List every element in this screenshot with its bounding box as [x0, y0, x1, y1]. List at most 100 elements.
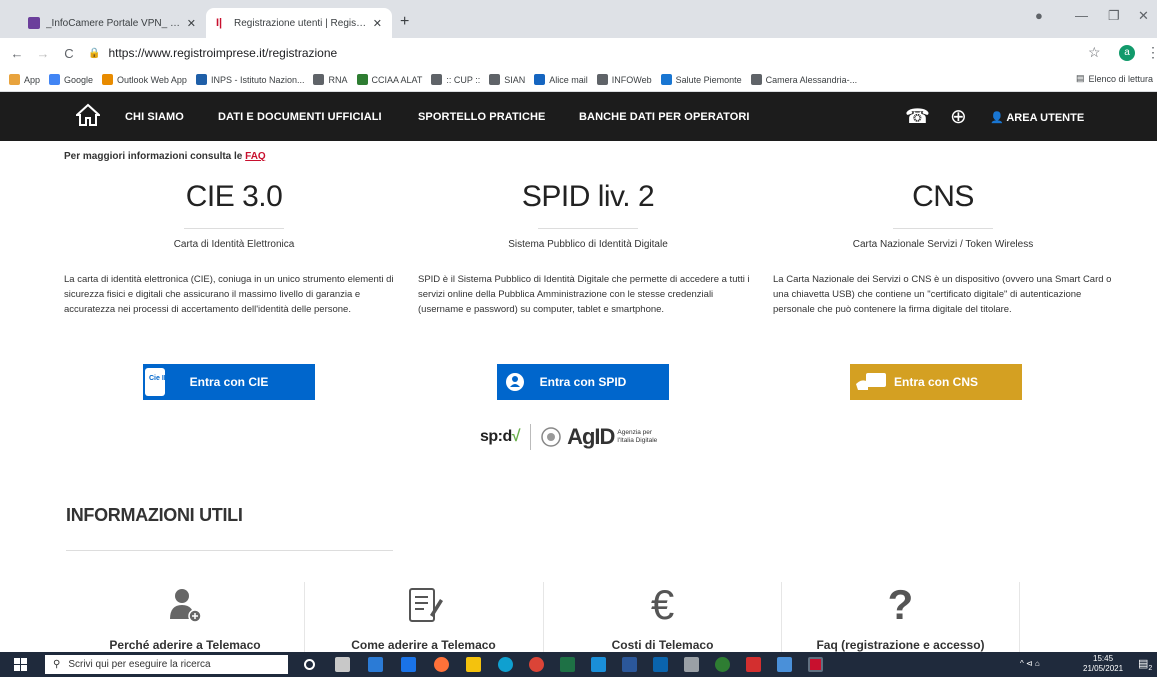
- bookmark-item[interactable]: CCIAA ALAT: [356, 74, 422, 85]
- taskbar-search[interactable]: ⚲ Scrivi qui per eseguire la ricerca: [45, 655, 288, 674]
- browser-tab-active[interactable]: I| Registrazione utenti | Registro Impre…: [206, 8, 392, 38]
- profile-avatar[interactable]: a: [1119, 45, 1135, 61]
- cns-subtitle: Carta Nazionale Servizi / Token Wireless: [852, 239, 1034, 250]
- card-icon: [856, 373, 886, 390]
- edge-icon[interactable]: [498, 657, 513, 672]
- card-title: Perché aderire a Telemaco: [109, 638, 261, 652]
- info-card-faq[interactable]: ? Faq (registrazione e accesso): [781, 581, 1019, 652]
- word-icon[interactable]: [622, 657, 637, 672]
- bookmark-favicon-icon: [750, 74, 762, 85]
- faq-line: Per maggiori informazioni consulta le FA…: [64, 151, 266, 162]
- task-view-icon[interactable]: [335, 657, 350, 672]
- cie-column: CIE 3.0 Carta di Identità Elettronica La…: [64, 180, 404, 317]
- site-navbar: CHI SIAMO DATI E DOCUMENTI UFFICIALI SPO…: [0, 92, 1157, 141]
- close-tab-icon[interactable]: ✕: [373, 17, 382, 30]
- forward-icon[interactable]: →: [34, 46, 52, 61]
- store-icon[interactable]: [368, 657, 383, 672]
- divider: [538, 228, 638, 229]
- card-title: Faq (registrazione e accesso): [816, 638, 985, 652]
- bookmarks-bar: App Google Outlook Web App INPS - Istituto …: [0, 68, 1157, 92]
- outlook-icon[interactable]: [653, 657, 668, 672]
- info-card-perche[interactable]: Perché aderire a Telemaco: [66, 582, 304, 652]
- agid-logo: AgID: [567, 424, 615, 449]
- tab-title: Registrazione utenti | Registro Impre: [234, 17, 367, 29]
- nav-chi-siamo[interactable]: CHI SIAMO: [125, 111, 184, 123]
- chrome-profile-icon[interactable]: [715, 657, 730, 672]
- support-icon[interactable]: ☎: [905, 104, 930, 129]
- bookmark-item[interactable]: Camera Alessandria-...: [750, 74, 857, 85]
- mail-icon[interactable]: [401, 657, 416, 672]
- chrome-icon[interactable]: [529, 657, 544, 672]
- cortana-icon[interactable]: [304, 659, 315, 670]
- login-spid-button[interactable]: Entra con SPID: [497, 364, 669, 400]
- url-field[interactable]: 🔒 https://www.registroimprese.it/registr…: [88, 42, 1118, 64]
- bookmark-item[interactable]: Salute Piemonte: [660, 74, 742, 85]
- login-cie-button[interactable]: Cie ID Entra con CIE: [143, 364, 315, 400]
- bookmark-item[interactable]: RNA: [313, 74, 348, 85]
- app-icon[interactable]: [684, 657, 699, 672]
- info-card-come[interactable]: Come aderire a Telemaco: [304, 582, 542, 652]
- divider: [893, 228, 993, 229]
- notification-icon[interactable]: ▤2: [1138, 657, 1152, 672]
- bookmark-favicon-icon: [534, 74, 546, 85]
- browser-tabstrip: _InfoCamere Portale VPN_ - Principa ✕ I|…: [0, 0, 1157, 38]
- registro-icon[interactable]: [808, 657, 823, 672]
- area-utente-link[interactable]: 👤 AREA UTENTE: [990, 111, 1084, 124]
- browser-menu-icon[interactable]: ⋮: [1146, 44, 1157, 61]
- bookmark-favicon-icon: [102, 74, 114, 85]
- question-icon: ?: [887, 581, 914, 628]
- maximize-icon[interactable]: ❐: [1108, 8, 1120, 24]
- bookmark-item[interactable]: INPS - Istituto Nazion...: [195, 74, 304, 85]
- info-heading: INFORMAZIONI UTILI: [66, 505, 243, 525]
- reload-icon[interactable]: C: [60, 46, 78, 61]
- minimize-icon[interactable]: —: [1075, 8, 1088, 23]
- firefox-icon[interactable]: [434, 657, 449, 672]
- cns-column: CNS Carta Nazionale Servizi / Token Wire…: [773, 180, 1113, 317]
- bookmark-star-icon[interactable]: ☆: [1088, 44, 1101, 61]
- spid-column: SPID liv. 2 Sistema Pubblico di Identità…: [418, 180, 758, 317]
- cns-description: La Carta Nazionale dei Servizi o CNS è u…: [773, 274, 1112, 315]
- home-icon[interactable]: [76, 103, 100, 127]
- logo-divider: [530, 424, 532, 450]
- login-cns-button[interactable]: Entra con CNS: [850, 364, 1022, 400]
- favicon-icon: [28, 17, 40, 29]
- clock[interactable]: 15:45 21/05/2021: [1083, 654, 1123, 674]
- bookmark-item[interactable]: App: [9, 74, 40, 85]
- bookmark-item[interactable]: Google: [49, 74, 93, 85]
- bookmark-favicon-icon: [49, 74, 61, 85]
- acrobat-icon[interactable]: [746, 657, 761, 672]
- emblem-icon: [541, 427, 561, 447]
- bookmark-item[interactable]: INFOWeb: [596, 74, 652, 85]
- card-divider: [1019, 582, 1020, 652]
- windows-start-icon[interactable]: [14, 658, 27, 671]
- windows-taskbar: ⚲ Scrivi qui per eseguire la ricerca ^ ⊲ …: [0, 652, 1157, 677]
- profile-menu-icon[interactable]: ●: [1035, 8, 1043, 23]
- globe-icon[interactable]: ⊕: [950, 104, 967, 129]
- ie-icon[interactable]: [591, 657, 606, 672]
- close-window-icon[interactable]: ✕: [1138, 8, 1149, 24]
- back-icon[interactable]: ←: [8, 46, 26, 61]
- excel-icon[interactable]: [560, 657, 575, 672]
- new-tab-icon[interactable]: +: [400, 13, 409, 31]
- close-tab-icon[interactable]: ✕: [187, 17, 196, 30]
- info-card-costi[interactable]: € Costi di Telemaco: [543, 581, 781, 652]
- tray-icons[interactable]: ^ ⊲ ⌂: [1020, 659, 1040, 668]
- file-explorer-icon[interactable]: [466, 657, 481, 672]
- bookmark-item[interactable]: :: CUP ::: [431, 74, 480, 85]
- reading-list[interactable]: ▤ Elenco di lettura: [1076, 73, 1153, 84]
- nav-sportello-pratiche[interactable]: SPORTELLO PRATICHE: [418, 111, 546, 123]
- app-icon[interactable]: [777, 657, 792, 672]
- address-bar: ← → C 🔒 https://www.registroimprese.it/r…: [0, 38, 1157, 68]
- faq-link[interactable]: FAQ: [245, 151, 266, 162]
- spid-agid-logos: sp:d√ AgID Agenzia per l'Italia Digitale: [480, 421, 710, 453]
- bookmark-item[interactable]: Alice mail: [534, 74, 588, 85]
- euro-icon: €: [650, 581, 675, 628]
- bookmark-item[interactable]: SIAN: [489, 74, 525, 85]
- bookmark-item[interactable]: Outlook Web App: [102, 74, 187, 85]
- reading-list-icon: ▤: [1075, 73, 1085, 83]
- bookmark-favicon-icon: [431, 74, 443, 85]
- nav-banche-dati[interactable]: BANCHE DATI PER OPERATORI: [579, 111, 750, 123]
- nav-dati-documenti[interactable]: DATI E DOCUMENTI UFFICIALI: [218, 111, 382, 123]
- browser-tab[interactable]: _InfoCamere Portale VPN_ - Principa ✕: [18, 8, 206, 38]
- tab-title: _InfoCamere Portale VPN_ - Principa: [46, 17, 181, 29]
